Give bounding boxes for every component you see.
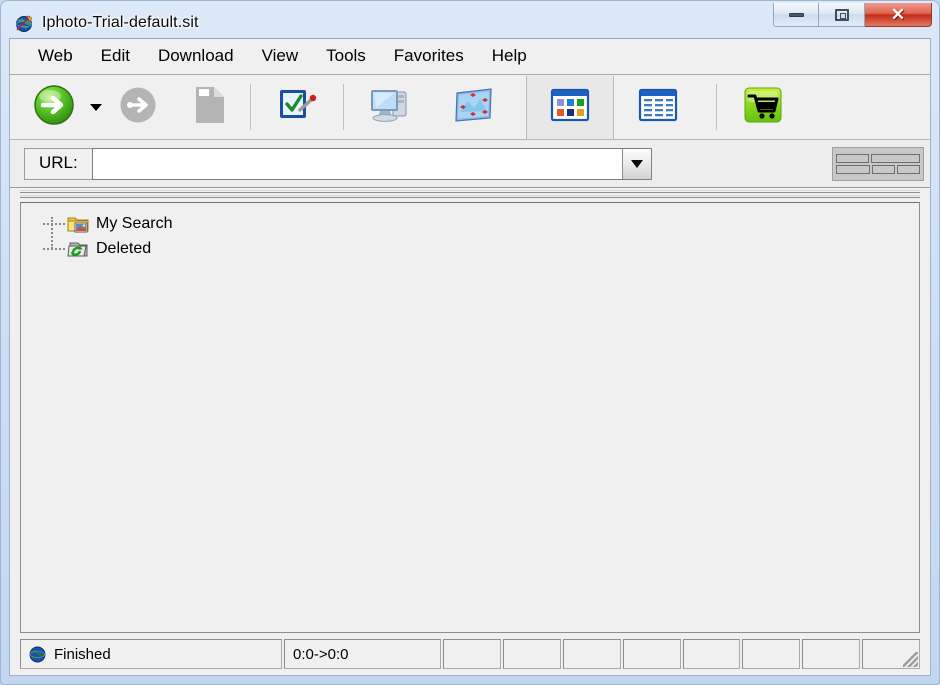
status-pane-empty (502, 639, 561, 669)
image-map-button[interactable] (442, 80, 506, 134)
menu-item-help[interactable]: Help (478, 44, 541, 69)
status-pane-empty (742, 639, 801, 669)
menu-item-download[interactable]: Download (144, 44, 248, 69)
status-pane-empty (802, 639, 861, 669)
splitter-line (20, 190, 920, 193)
status-text: Finished (54, 645, 111, 663)
url-dropdown-button[interactable] (621, 148, 651, 179)
details-list-icon (638, 88, 678, 127)
restore-button[interactable] (819, 3, 865, 27)
gray-arrow-disabled-icon (117, 84, 159, 131)
tree-item-my-search[interactable]: My Search (21, 211, 919, 236)
go-dropdown-chevron-down-icon[interactable] (90, 103, 102, 111)
menu-bar: Web Edit Download View Tools Favorites H… (10, 39, 930, 75)
client-area: Web Edit Download View Tools Favorites H… (9, 38, 931, 676)
url-bar: URL: (10, 140, 930, 188)
application-window: Iphoto-Trial-default.sit ✕ Web Edit Down… (0, 0, 940, 685)
menu-item-tools[interactable]: Tools (312, 44, 380, 69)
tree-connector-icon (43, 247, 65, 250)
document-page-icon (193, 84, 227, 131)
caption-button-group: ✕ (773, 3, 932, 27)
close-button[interactable]: ✕ (865, 3, 932, 27)
url-label: URL: (24, 147, 92, 180)
globe-icon (29, 646, 46, 663)
menu-item-web[interactable]: Web (24, 44, 87, 69)
blue-image-map-icon (453, 85, 495, 130)
status-pane-progress: 0:0->0:0 (284, 639, 441, 669)
close-icon: ✕ (890, 5, 906, 24)
cart-button[interactable] (731, 80, 795, 134)
toolbar-separator (343, 84, 344, 130)
panel-splitter[interactable] (10, 188, 930, 202)
url-combobox[interactable] (91, 147, 652, 180)
status-pane-empty (622, 639, 681, 669)
category-tree-panel[interactable]: My Search Deleted (20, 202, 920, 633)
url-input[interactable] (92, 148, 622, 179)
toolbar-separator (250, 84, 251, 130)
details-view-button[interactable] (614, 76, 702, 139)
recycle-restore-icon (67, 239, 89, 259)
tree-item-deleted[interactable]: Deleted (21, 236, 919, 261)
new-document-button (184, 80, 236, 134)
status-bar: Finished 0:0->0:0 (20, 639, 920, 669)
resize-grip-icon[interactable] (903, 652, 918, 667)
tree-item-label: Deleted (96, 239, 152, 257)
thumbnail-grid-icon (550, 88, 590, 127)
status-pane-message: Finished (20, 639, 282, 669)
chevron-down-icon (630, 159, 643, 168)
checklist-edit-icon (276, 84, 318, 131)
menu-item-favorites[interactable]: Favorites (380, 44, 478, 69)
computer-monitor-icon (368, 84, 412, 131)
brick-wall-grip-icon[interactable] (832, 146, 924, 181)
tree-item-label: My Search (96, 214, 173, 232)
menu-item-edit[interactable]: Edit (87, 44, 144, 69)
thumbnail-view-button[interactable] (526, 75, 614, 139)
shopping-cart-icon (741, 85, 785, 130)
toolbar-separator (716, 84, 717, 130)
restore-icon (834, 8, 849, 21)
go-button[interactable] (28, 80, 80, 134)
status-pane-empty (443, 639, 501, 669)
status-pane-resize[interactable] (862, 639, 920, 669)
computer-button[interactable] (358, 80, 422, 134)
toolbar (10, 75, 930, 140)
title-bar: Iphoto-Trial-default.sit ✕ (9, 3, 932, 38)
folder-search-icon (67, 214, 89, 234)
status-pane-empty (682, 639, 741, 669)
window-title: Iphoto-Trial-default.sit (42, 14, 199, 31)
tree-connector-icon (43, 222, 65, 225)
green-arrow-go-icon (32, 83, 76, 132)
status-pane-empty (562, 639, 621, 669)
stop-button (112, 80, 164, 134)
minimize-icon (788, 12, 804, 17)
minimize-button[interactable] (773, 3, 819, 27)
globe-app-icon (15, 14, 34, 33)
checklist-button[interactable] (265, 80, 329, 134)
menu-item-view[interactable]: View (248, 44, 313, 69)
splitter-line (20, 195, 920, 198)
